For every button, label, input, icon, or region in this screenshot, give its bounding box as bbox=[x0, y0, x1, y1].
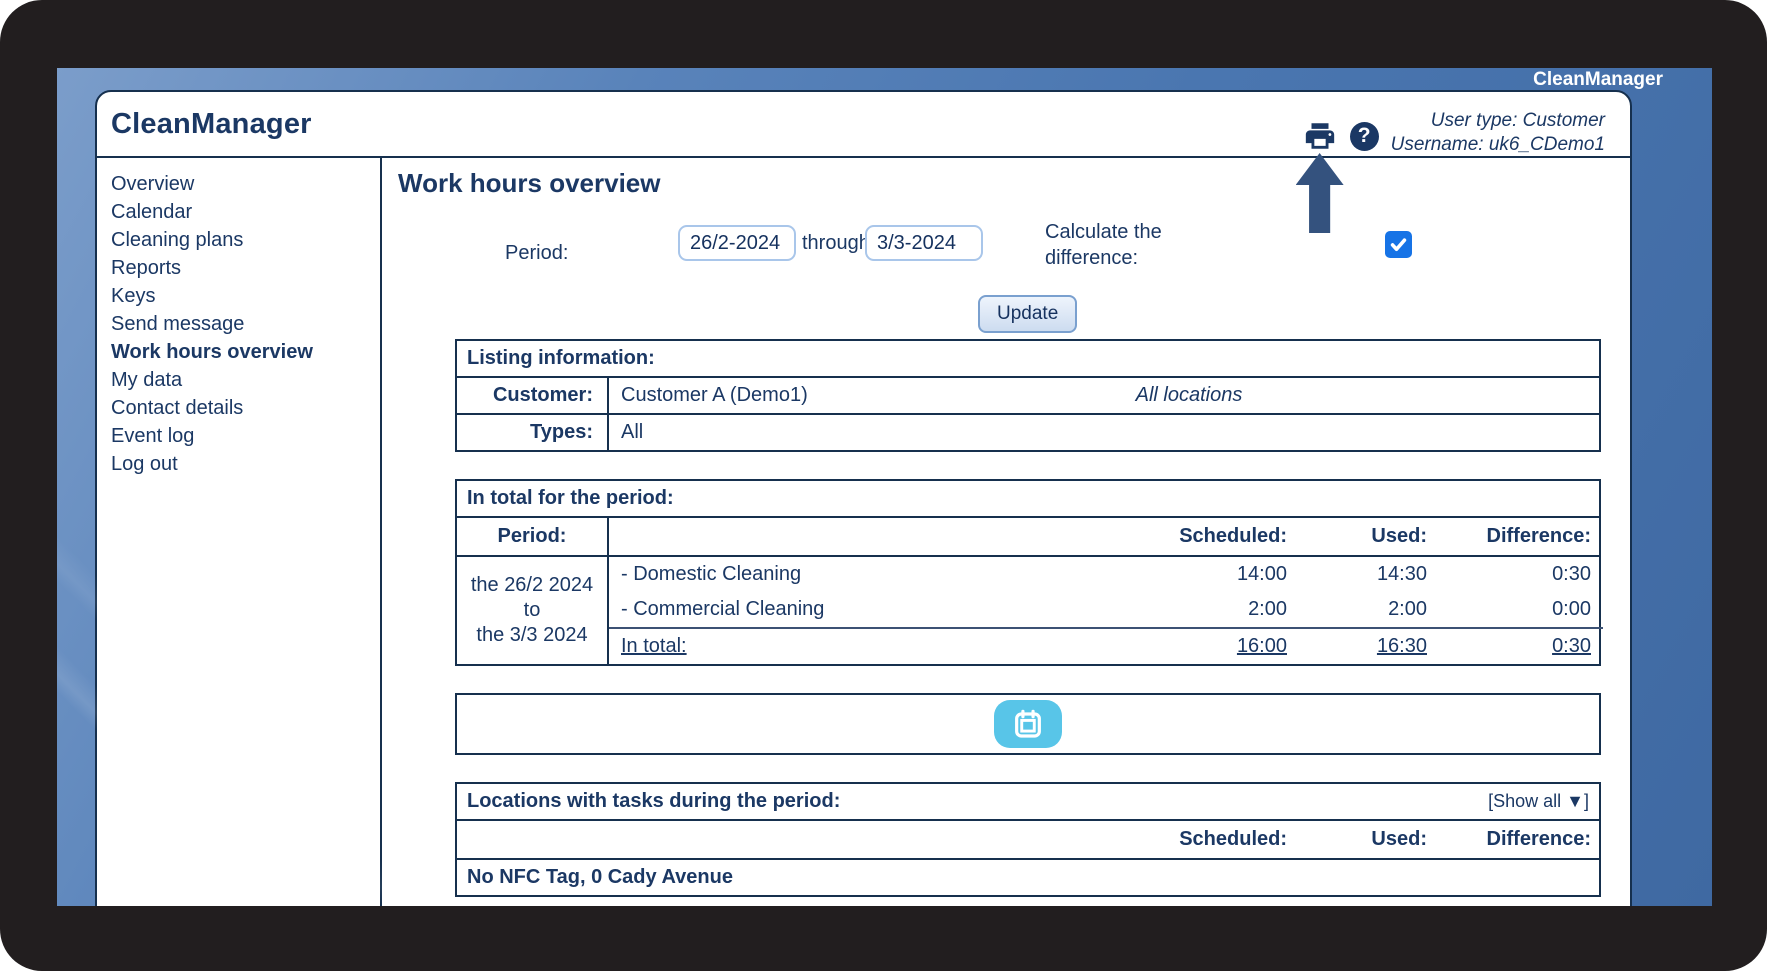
listing-information-title-text: Listing information: bbox=[467, 347, 655, 369]
column-header-difference: Difference: bbox=[1486, 828, 1591, 850]
total-row-used: 16:30 bbox=[1299, 627, 1439, 664]
column-header-scheduled: Scheduled: bbox=[1179, 828, 1287, 850]
show-all-dropdown[interactable]: [Show all ▼] bbox=[1488, 791, 1589, 812]
user-info: User type: Customer Username: uk6_CDemo1 bbox=[1391, 109, 1605, 157]
row-scheduled: 2:00 bbox=[1248, 598, 1287, 620]
browser-screen: CleanManager CleanManager ? User type: C… bbox=[57, 68, 1712, 906]
total-row-name: In total: bbox=[609, 627, 1099, 664]
window-title: CleanManager bbox=[1533, 69, 1663, 90]
calculate-difference-label: Calculate the difference: bbox=[1045, 221, 1162, 269]
totals-title-text: In total for the period: bbox=[467, 487, 674, 509]
customer-value: Customer A (Demo1) bbox=[621, 384, 808, 406]
period-label: Period: bbox=[505, 242, 569, 264]
sidebar-item-event-log[interactable]: Event log bbox=[111, 422, 380, 450]
help-button[interactable]: ? bbox=[1349, 121, 1379, 151]
column-header-used: Used: bbox=[1371, 828, 1427, 850]
print-icon[interactable] bbox=[1302, 119, 1338, 153]
app-logo: CleanManager bbox=[111, 108, 312, 140]
sidebar: Overview Calendar Cleaning plans Reports… bbox=[97, 158, 382, 906]
sidebar-item-send-message[interactable]: Send message bbox=[111, 310, 380, 338]
row-used: 2:00 bbox=[1388, 598, 1427, 620]
print-button[interactable] bbox=[1295, 119, 1344, 233]
column-header-used: Used: bbox=[1371, 525, 1427, 547]
user-type-text: User type: Customer bbox=[1430, 110, 1605, 131]
header-right: ? User type: Customer Username: uk6_CDem… bbox=[1295, 92, 1630, 233]
types-note bbox=[1029, 415, 1349, 450]
sidebar-item-overview[interactable]: Overview bbox=[111, 170, 380, 198]
sidebar-item-work-hours-overview[interactable]: Work hours overview bbox=[111, 338, 380, 366]
table-row: Customer: Customer A (Demo1) All locatio… bbox=[457, 378, 1599, 413]
locations-title-row: Locations with tasks during the period: … bbox=[457, 784, 1599, 821]
period-range-cell: the 26/2 2024 to the 3/3 2024 bbox=[457, 557, 609, 664]
row-used: 14:30 bbox=[1376, 563, 1427, 585]
app-window: CleanManager ? User type: Customer Usern… bbox=[95, 90, 1632, 906]
totals-body: the 26/2 2024 to the 3/3 2024 - Domestic… bbox=[457, 557, 1603, 664]
location-row[interactable]: No NFC Tag, 0 Cady Avenue bbox=[457, 860, 1599, 895]
update-button[interactable]: Update bbox=[978, 295, 1078, 333]
table-row: Types: All bbox=[457, 413, 1599, 450]
main-content: Work hours overview Period: through Calc… bbox=[382, 158, 1630, 906]
page-title: Work hours overview bbox=[398, 168, 661, 198]
totals-title: In total for the period: bbox=[457, 481, 1599, 518]
total-row-difference: 0:30 bbox=[1439, 627, 1603, 664]
total-row-scheduled: 16:00 bbox=[1099, 627, 1299, 664]
locations-title-text: Locations with tasks during the period: bbox=[467, 790, 841, 812]
types-label: Types: bbox=[457, 415, 609, 450]
totals-table: In total for the period: Period: Schedul… bbox=[455, 479, 1603, 666]
calendar-icon bbox=[1015, 709, 1041, 738]
screenshot-stage: CleanManager CleanManager ? User type: C… bbox=[0, 0, 1767, 971]
calculate-difference-checkbox[interactable] bbox=[1385, 231, 1412, 258]
column-header-difference: Difference: bbox=[1486, 525, 1591, 547]
app-body: Overview Calendar Cleaning plans Reports… bbox=[97, 158, 1630, 906]
sidebar-item-contact-details[interactable]: Contact details bbox=[111, 394, 380, 422]
sidebar-item-calendar[interactable]: Calendar bbox=[111, 198, 380, 226]
row-difference: 0:30 bbox=[1552, 563, 1591, 585]
types-value: All bbox=[621, 421, 644, 443]
period-to-input[interactable] bbox=[865, 225, 983, 261]
period-from-input[interactable] bbox=[678, 225, 796, 261]
sidebar-item-reports[interactable]: Reports bbox=[111, 254, 380, 282]
row-scheduled: 14:00 bbox=[1236, 563, 1287, 585]
customer-note: All locations bbox=[1135, 384, 1243, 406]
listing-information-table: Listing information: Customer: Customer … bbox=[455, 339, 1601, 452]
username-text: Username: uk6_CDemo1 bbox=[1390, 134, 1605, 155]
checkmark-icon bbox=[1390, 238, 1407, 252]
listing-information-title: Listing information: bbox=[457, 341, 1599, 378]
column-header-period: Period: bbox=[457, 518, 609, 555]
calendar-view-button[interactable] bbox=[994, 700, 1062, 748]
sidebar-item-my-data[interactable]: My data bbox=[111, 366, 380, 394]
sidebar-item-log-out[interactable]: Log out bbox=[111, 450, 380, 478]
question-mark-icon: ? bbox=[1357, 124, 1371, 147]
device-frame: CleanManager CleanManager ? User type: C… bbox=[0, 0, 1767, 971]
column-header-scheduled: Scheduled: bbox=[1179, 525, 1287, 547]
row-difference: 0:00 bbox=[1552, 598, 1591, 620]
row-name: - Commercial Cleaning bbox=[621, 598, 825, 620]
customer-label: Customer: bbox=[457, 378, 609, 413]
totals-column-headers: Period: Scheduled: Used: Difference: bbox=[457, 518, 1599, 557]
filter-area: Period: through Calculate the difference… bbox=[398, 199, 1630, 339]
row-name: - Domestic Cleaning bbox=[621, 563, 802, 585]
sidebar-item-keys[interactable]: Keys bbox=[111, 282, 380, 310]
calendar-action-box bbox=[455, 693, 1601, 755]
locations-table: Locations with tasks during the period: … bbox=[455, 782, 1601, 897]
locations-column-headers: Scheduled: Used: Difference: bbox=[457, 821, 1599, 860]
app-header: CleanManager ? User type: Customer Usern… bbox=[97, 92, 1630, 233]
sidebar-item-cleaning-plans[interactable]: Cleaning plans bbox=[111, 226, 380, 254]
through-label: through bbox=[802, 232, 870, 254]
